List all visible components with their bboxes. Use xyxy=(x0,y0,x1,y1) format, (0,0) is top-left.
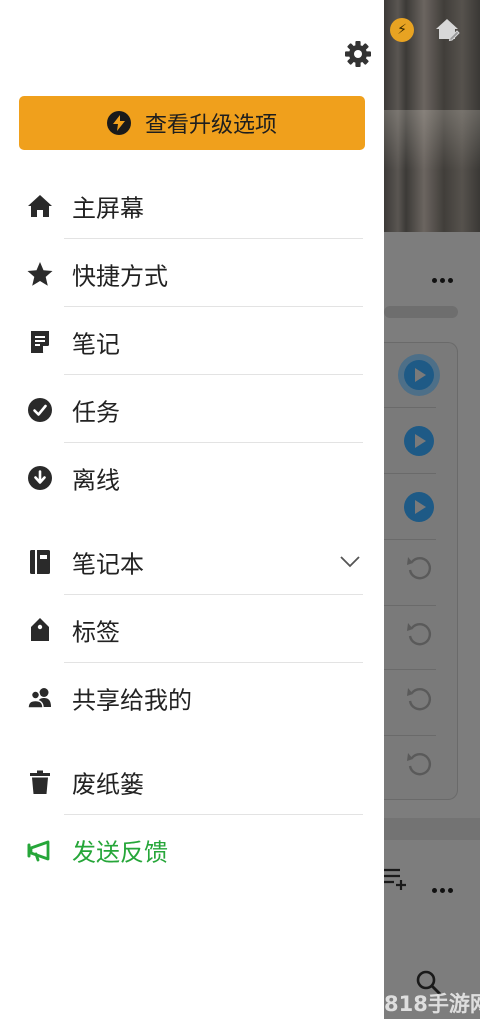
menu-item-label: 离线 xyxy=(72,466,120,495)
menu-item-notebooks[interactable]: 笔记本 xyxy=(0,532,384,592)
undo-icon xyxy=(407,557,431,580)
menu-item-tasks[interactable]: 任务 xyxy=(0,380,384,440)
navigation-drawer: 查看升级选项 主屏幕 快捷方式 笔记 任务 离线 笔记本 标签 共享给我的 废纸… xyxy=(0,0,384,1019)
menu-item-send-feedback[interactable]: 发送反馈 xyxy=(0,820,384,880)
people-icon xyxy=(27,688,51,709)
play-icon xyxy=(404,426,434,456)
menu-item-shared-with-me[interactable]: 共享给我的 xyxy=(0,668,384,728)
divider xyxy=(64,238,363,239)
undo-icon xyxy=(407,623,431,646)
chevron-down-icon[interactable] xyxy=(340,556,360,568)
menu-item-trash[interactable]: 废纸篓 xyxy=(0,752,384,812)
more-icon xyxy=(432,268,456,283)
bolt-icon: ⚡ xyxy=(390,18,414,42)
menu-item-label: 快捷方式 xyxy=(72,262,168,291)
divider xyxy=(64,814,363,815)
undo-icon xyxy=(407,688,431,711)
menu-item-shortcuts[interactable]: 快捷方式 xyxy=(0,244,384,304)
play-icon xyxy=(404,492,434,522)
upgrade-options-label: 查看升级选项 xyxy=(144,113,277,138)
more-icon xyxy=(432,878,456,893)
undo-icon xyxy=(407,753,431,776)
menu-item-offline[interactable]: 离线 xyxy=(0,448,384,508)
star-icon xyxy=(27,262,53,286)
menu-item-label: 标签 xyxy=(72,618,120,647)
background-section-strip xyxy=(384,818,480,840)
gear-icon[interactable] xyxy=(344,40,372,68)
background-progress-bar xyxy=(384,306,458,318)
menu-item-label: 主屏幕 xyxy=(72,194,144,223)
note-icon xyxy=(31,331,49,353)
divider xyxy=(64,662,363,663)
app-screen: ⚡ 818手游 查看升级选项 主屏幕 快捷方式 笔记 任务 离线 笔记本 标签 … xyxy=(0,0,480,1019)
tag-icon xyxy=(31,618,49,641)
menu-item-label: 共享给我的 xyxy=(72,686,192,715)
trash-icon xyxy=(30,770,50,794)
menu-item-tags[interactable]: 标签 xyxy=(0,600,384,660)
download-circle-icon xyxy=(28,466,52,490)
background-list-card xyxy=(384,342,458,800)
divider xyxy=(64,442,363,443)
menu-item-label: 笔记本 xyxy=(72,550,144,579)
play-icon xyxy=(404,360,434,390)
menu-item-home[interactable]: 主屏幕 xyxy=(0,176,384,236)
home-icon xyxy=(28,195,52,217)
menu-item-label: 废纸篓 xyxy=(72,770,144,799)
menu-item-label: 笔记 xyxy=(72,330,120,359)
menu-item-notes[interactable]: 笔记 xyxy=(0,312,384,372)
new-note-icon xyxy=(384,868,406,890)
watermark: 818手游网 xyxy=(384,992,480,1016)
bolt-icon xyxy=(106,111,131,135)
divider xyxy=(64,594,363,595)
notebook-icon xyxy=(30,550,50,574)
horn-icon xyxy=(27,840,50,862)
divider xyxy=(64,374,363,375)
check-circle-icon xyxy=(28,398,52,422)
menu-item-label: 发送反馈 xyxy=(72,838,168,867)
background-overlay[interactable]: ⚡ 818手游 xyxy=(384,0,480,1019)
menu-item-label: 任务 xyxy=(72,398,120,427)
upgrade-options-button[interactable]: 查看升级选项 xyxy=(19,96,365,150)
home-edit-icon xyxy=(436,19,460,42)
divider xyxy=(64,306,363,307)
